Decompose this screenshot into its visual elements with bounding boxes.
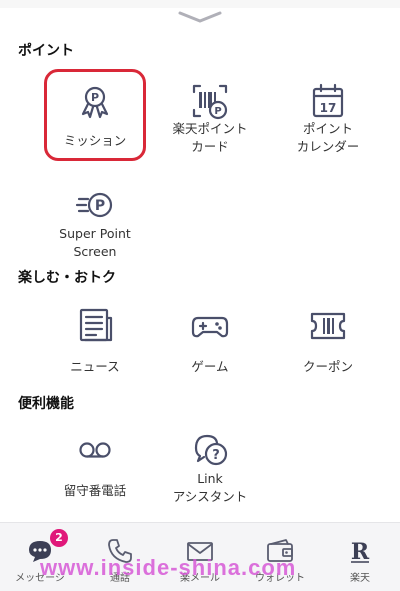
- mission-medal-icon: P: [75, 82, 115, 122]
- tile-news-label: ニュース: [70, 359, 120, 374]
- tile-mission-label: ミッション: [63, 133, 127, 148]
- tile-game[interactable]: ゲーム: [155, 306, 265, 406]
- super-point-icon: P: [75, 185, 115, 225]
- calendar-icon: 17: [308, 82, 348, 122]
- assistant-question-bubble-icon: ?: [190, 430, 230, 470]
- tile-point-card[interactable]: P 楽天ポイント カード: [155, 82, 265, 182]
- tile-link-assistant-label: Link アシスタント: [172, 471, 248, 504]
- point-card-barcode-icon: P: [190, 82, 230, 122]
- section-title-point: ポイント: [18, 43, 74, 59]
- tile-point-card-label: 楽天ポイント カード: [172, 121, 248, 154]
- svg-text:P: P: [214, 106, 221, 117]
- coupon-icon: [308, 306, 348, 346]
- top-strip: [0, 0, 400, 8]
- site-watermark: www.inside-shina.com: [40, 555, 297, 580]
- collapse-chevron-icon[interactable]: [176, 10, 224, 24]
- news-icon: [75, 306, 115, 346]
- tile-mission[interactable]: P ミッション: [40, 82, 150, 182]
- tile-voicemail[interactable]: 留守番電話: [40, 430, 150, 530]
- svg-text:P: P: [91, 91, 99, 104]
- section-title-tools: 便利機能: [18, 396, 74, 412]
- tile-super-point-screen-label: Super Point Screen: [59, 226, 131, 259]
- tile-voicemail-label: 留守番電話: [63, 483, 127, 498]
- tile-coupon[interactable]: クーポン: [273, 306, 383, 406]
- message-unread-badge: 2: [50, 529, 68, 547]
- voicemail-icon: [75, 430, 115, 470]
- calendar-day-number: 17: [320, 101, 337, 115]
- tile-point-calendar[interactable]: 17 ポイント カレンダー: [273, 82, 383, 182]
- tile-point-calendar-label: ポイント カレンダー: [296, 121, 360, 154]
- section-title-fun: 楽しむ・おトク: [18, 270, 116, 286]
- svg-text:?: ?: [212, 448, 220, 463]
- svg-text:P: P: [95, 198, 105, 214]
- tile-coupon-label: クーポン: [302, 359, 353, 374]
- tile-link-assistant[interactable]: ? Link アシスタント: [155, 430, 265, 530]
- gamepad-icon: [190, 306, 230, 346]
- tile-news[interactable]: ニュース: [40, 306, 150, 406]
- tile-game-label: ゲーム: [191, 359, 229, 374]
